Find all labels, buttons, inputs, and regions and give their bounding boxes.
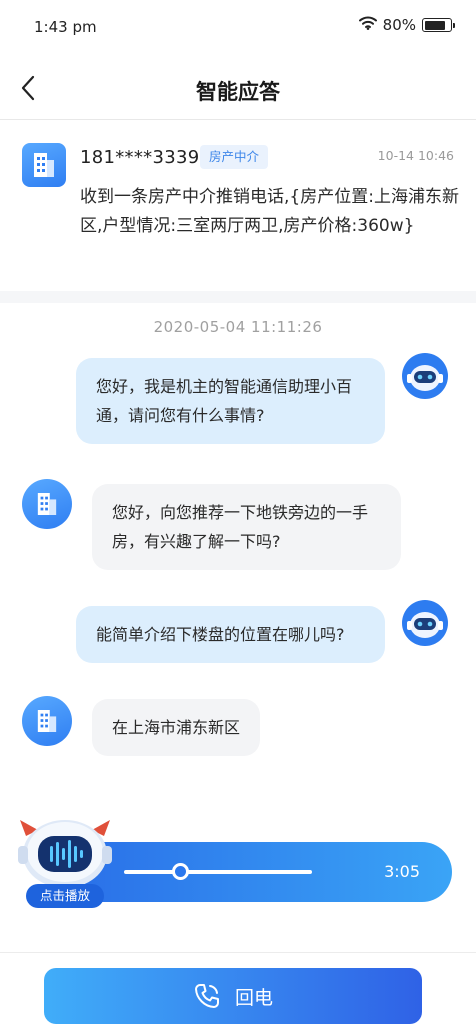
- call-back-label: 回电: [234, 986, 273, 1009]
- caller-tag: 房产中介: [200, 145, 269, 169]
- audio-duration: 3:05: [384, 862, 420, 881]
- page-title: 智能应答: [196, 80, 280, 104]
- status-bar: 1:43 pm 80%: [0, 0, 476, 56]
- status-time: 1:43 pm: [34, 18, 97, 36]
- phone-icon: [194, 984, 219, 1008]
- building-icon: [22, 479, 72, 529]
- status-indicators: 80%: [358, 16, 455, 34]
- robot-avatar-icon: [402, 600, 448, 646]
- nav-bar: 智能应答: [0, 56, 476, 120]
- message-bubble: 您好，我是机主的智能通信助理小百通，请问您有什么事情?: [76, 358, 385, 444]
- call-back-button[interactable]: 回电: [44, 968, 422, 1024]
- building-icon: [22, 696, 72, 746]
- call-summary: 收到一条房产中介推销电话,{房产位置:上海浦东新区,户型情况:三室两厅两卫,房产…: [80, 187, 459, 236]
- audio-progress-track[interactable]: [124, 870, 312, 874]
- battery-level: [424, 20, 445, 30]
- battery-icon: [422, 18, 455, 32]
- section-divider: [0, 291, 476, 303]
- building-icon: [22, 143, 66, 187]
- call-info-card: 181****3339 房产中介 10-14 10:46 收到一条房产中介推销电…: [0, 121, 476, 291]
- play-button[interactable]: 点击播放: [26, 884, 104, 908]
- message-bubble: 在上海市浦东新区: [92, 699, 261, 756]
- call-time: 10-14 10:46: [377, 148, 454, 163]
- robot-avatar-icon: [402, 353, 448, 399]
- message-bubble: 能简单介绍下楼盘的位置在哪儿吗?: [76, 606, 385, 663]
- chat-timestamp: 2020-05-04 11:11:26: [153, 318, 323, 336]
- battery-percent: 80%: [382, 16, 416, 34]
- audio-progress-handle[interactable]: [171, 863, 189, 880]
- footer: 回电: [0, 952, 476, 1032]
- audio-player[interactable]: 3:05: [64, 842, 452, 902]
- wifi-icon: [358, 16, 377, 34]
- message-bubble: 您好，向您推荐一下地铁旁边的一手房，有兴趣了解一下吗?: [92, 484, 401, 570]
- caller-number: 181****3339: [80, 147, 200, 168]
